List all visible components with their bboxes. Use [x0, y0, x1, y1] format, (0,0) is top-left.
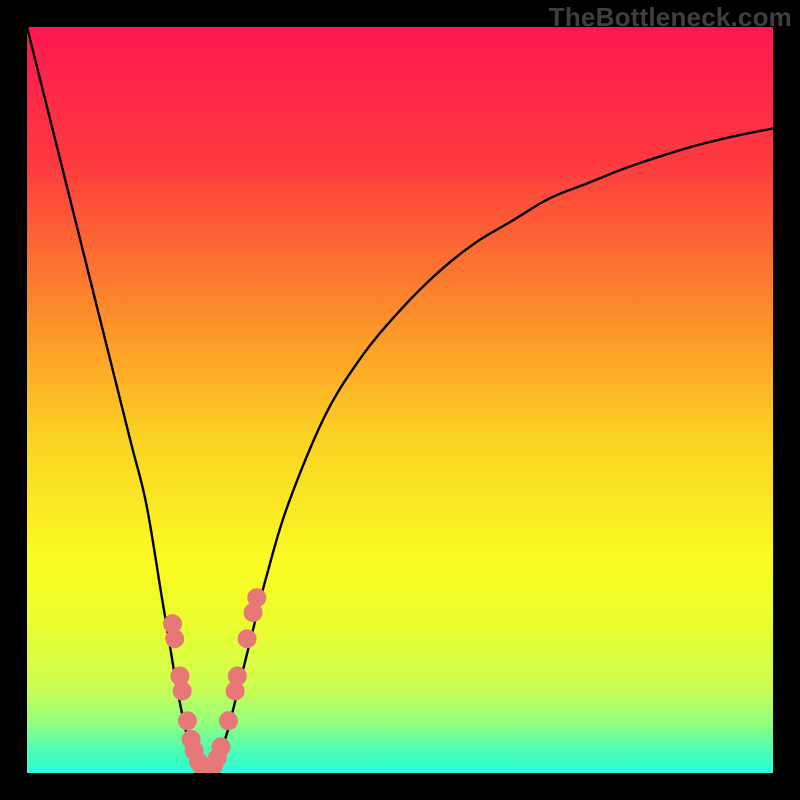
watermark-text: TheBottleneck.com	[549, 2, 792, 33]
data-marker	[178, 711, 197, 730]
plot-area	[27, 27, 773, 773]
data-marker	[247, 588, 266, 607]
gradient-background	[27, 27, 773, 773]
data-marker	[219, 711, 238, 730]
chart-frame: TheBottleneck.com	[0, 0, 800, 800]
data-marker	[165, 629, 184, 648]
bottleneck-chart	[27, 27, 773, 773]
data-marker	[238, 629, 257, 648]
data-marker	[228, 667, 247, 686]
data-marker	[211, 737, 230, 756]
data-marker	[173, 681, 192, 700]
